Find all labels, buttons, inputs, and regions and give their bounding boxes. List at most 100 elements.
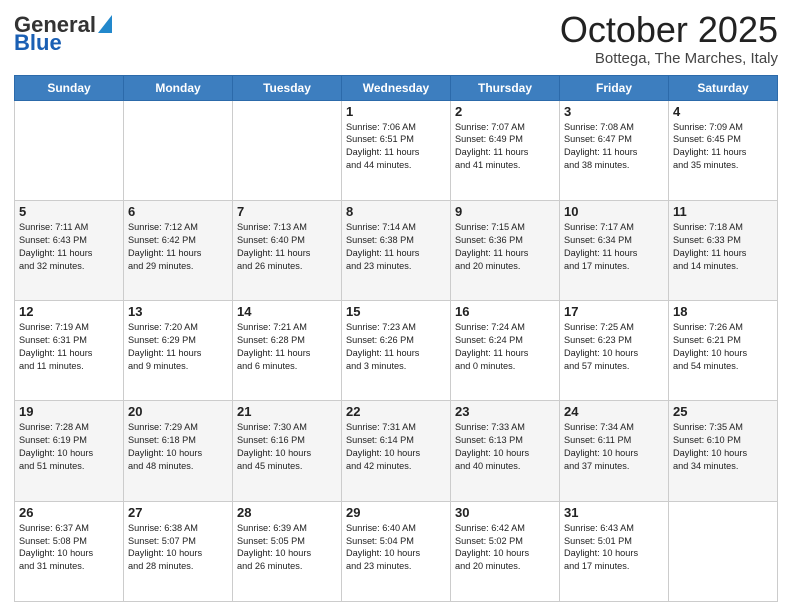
table-row: 21 Sunrise: 7:30 AMSunset: 6:16 PMDayligh…	[233, 401, 342, 501]
day-number: 5	[19, 204, 119, 219]
day-number: 14	[237, 304, 337, 319]
table-row: 3 Sunrise: 7:08 AMSunset: 6:47 PMDaylight…	[560, 100, 669, 200]
table-row: 20Sunrise: 7:29 AMSunset: 6:18 PMDayligh…	[124, 401, 233, 501]
day-info: Sunrise: 7:06 AMSunset: 6:51 PMDaylight:…	[346, 121, 446, 173]
table-row: 30 Sunrise: 6:42 AMSunset: 5:02 PMDayligh…	[451, 501, 560, 601]
day-number: 22	[346, 404, 446, 419]
table-row: 10 Sunrise: 7:17 AMSunset: 6:34 PMDayligh…	[560, 200, 669, 300]
table-row: 19 Sunrise: 7:28 AMSunset: 6:19 PMDayligh…	[15, 401, 124, 501]
day-info: Sunrise: 7:28 AMSunset: 6:19 PMDaylight:…	[19, 421, 119, 473]
day-number: 1	[346, 104, 446, 119]
day-info: Sunrise: 6:38 AMSunset: 5:07 PMDaylight:…	[128, 522, 228, 574]
day-number: 20	[128, 404, 228, 419]
day-info: Sunrise: 7:24 AMSunset: 6:24 PMDaylight:…	[455, 321, 555, 373]
page: General Blue October 2025 Bottega, The M…	[0, 0, 792, 612]
day-info: Sunrise: 7:31 AMSunset: 6:14 PMDaylight:…	[346, 421, 446, 473]
day-number: 12	[19, 304, 119, 319]
day-info: Sunrise: 7:15 AMSunset: 6:36 PMDaylight:…	[455, 221, 555, 273]
day-number: 18	[673, 304, 773, 319]
day-number: 4	[673, 104, 773, 119]
day-info: Sunrise: 6:43 AMSunset: 5:01 PMDaylight:…	[564, 522, 664, 574]
col-tuesday: Tuesday	[233, 75, 342, 100]
day-number: 25	[673, 404, 773, 419]
table-row: 7Sunrise: 7:13 AMSunset: 6:40 PMDaylight…	[233, 200, 342, 300]
day-info: Sunrise: 7:17 AMSunset: 6:34 PMDaylight:…	[564, 221, 664, 273]
day-number: 26	[19, 505, 119, 520]
table-row	[669, 501, 778, 601]
day-info: Sunrise: 6:40 AMSunset: 5:04 PMDaylight:…	[346, 522, 446, 574]
logo-triangle-icon	[98, 15, 112, 33]
day-number: 7	[237, 204, 337, 219]
day-info: Sunrise: 7:19 AMSunset: 6:31 PMDaylight:…	[19, 321, 119, 373]
table-row: 18Sunrise: 7:26 AMSunset: 6:21 PMDayligh…	[669, 301, 778, 401]
calendar-header-row: Sunday Monday Tuesday Wednesday Thursday…	[15, 75, 778, 100]
table-row	[15, 100, 124, 200]
table-row: 5 Sunrise: 7:11 AMSunset: 6:43 PMDaylight…	[15, 200, 124, 300]
day-number: 29	[346, 505, 446, 520]
day-number: 9	[455, 204, 555, 219]
day-number: 16	[455, 304, 555, 319]
table-row: 29 Sunrise: 6:40 AMSunset: 5:04 PMDayligh…	[342, 501, 451, 601]
table-row: 12 Sunrise: 7:19 AMSunset: 6:31 PMDayligh…	[15, 301, 124, 401]
table-row: 17 Sunrise: 7:25 AMSunset: 6:23 PMDayligh…	[560, 301, 669, 401]
table-row: 25 Sunrise: 7:35 AMSunset: 6:10 PMDayligh…	[669, 401, 778, 501]
title-block: October 2025 Bottega, The Marches, Italy	[560, 10, 778, 67]
table-row: 23 Sunrise: 7:33 AMSunset: 6:13 PMDayligh…	[451, 401, 560, 501]
day-number: 21	[237, 404, 337, 419]
day-number: 30	[455, 505, 555, 520]
day-number: 15	[346, 304, 446, 319]
table-row: 28 Sunrise: 6:39 AMSunset: 5:05 PMDayligh…	[233, 501, 342, 601]
day-number: 3	[564, 104, 664, 119]
col-wednesday: Wednesday	[342, 75, 451, 100]
day-number: 2	[455, 104, 555, 119]
col-monday: Monday	[124, 75, 233, 100]
day-info: Sunrise: 7:34 AMSunset: 6:11 PMDaylight:…	[564, 421, 664, 473]
col-sunday: Sunday	[15, 75, 124, 100]
day-info: Sunrise: 7:30 AMSunset: 6:16 PMDaylight:…	[237, 421, 337, 473]
day-info: Sunrise: 6:42 AMSunset: 5:02 PMDaylight:…	[455, 522, 555, 574]
day-number: 27	[128, 505, 228, 520]
day-info: Sunrise: 6:39 AMSunset: 5:05 PMDaylight:…	[237, 522, 337, 574]
day-number: 28	[237, 505, 337, 520]
day-info: Sunrise: 6:37 AMSunset: 5:08 PMDaylight:…	[19, 522, 119, 574]
table-row	[124, 100, 233, 200]
day-number: 24	[564, 404, 664, 419]
day-number: 13	[128, 304, 228, 319]
table-row: 31 Sunrise: 6:43 AMSunset: 5:01 PMDayligh…	[560, 501, 669, 601]
table-row: 24 Sunrise: 7:34 AMSunset: 6:11 PMDayligh…	[560, 401, 669, 501]
table-row: 2 Sunrise: 7:07 AMSunset: 6:49 PMDaylight…	[451, 100, 560, 200]
day-number: 23	[455, 404, 555, 419]
table-row: 14 Sunrise: 7:21 AMSunset: 6:28 PMDayligh…	[233, 301, 342, 401]
day-number: 19	[19, 404, 119, 419]
calendar-week-row: 26 Sunrise: 6:37 AMSunset: 5:08 PMDayligh…	[15, 501, 778, 601]
table-row: 8Sunrise: 7:14 AMSunset: 6:38 PMDaylight…	[342, 200, 451, 300]
calendar-week-row: 12 Sunrise: 7:19 AMSunset: 6:31 PMDayligh…	[15, 301, 778, 401]
table-row: 15 Sunrise: 7:23 AMSunset: 6:26 PMDayligh…	[342, 301, 451, 401]
day-number: 8	[346, 204, 446, 219]
day-number: 11	[673, 204, 773, 219]
day-info: Sunrise: 7:23 AMSunset: 6:26 PMDaylight:…	[346, 321, 446, 373]
logo: General Blue	[14, 14, 112, 54]
col-friday: Friday	[560, 75, 669, 100]
day-info: Sunrise: 7:11 AMSunset: 6:43 PMDaylight:…	[19, 221, 119, 273]
table-row: 6Sunrise: 7:12 AMSunset: 6:42 PMDaylight…	[124, 200, 233, 300]
table-row: 1 Sunrise: 7:06 AMSunset: 6:51 PMDaylight…	[342, 100, 451, 200]
day-info: Sunrise: 7:35 AMSunset: 6:10 PMDaylight:…	[673, 421, 773, 473]
table-row: 27 Sunrise: 6:38 AMSunset: 5:07 PMDayligh…	[124, 501, 233, 601]
day-number: 17	[564, 304, 664, 319]
day-number: 10	[564, 204, 664, 219]
day-info: Sunrise: 7:25 AMSunset: 6:23 PMDaylight:…	[564, 321, 664, 373]
table-row: 11 Sunrise: 7:18 AMSunset: 6:33 PMDayligh…	[669, 200, 778, 300]
day-info: Sunrise: 7:18 AMSunset: 6:33 PMDaylight:…	[673, 221, 773, 273]
location: Bottega, The Marches, Italy	[560, 50, 778, 67]
day-info: Sunrise: 7:08 AMSunset: 6:47 PMDaylight:…	[564, 121, 664, 173]
day-info: Sunrise: 7:12 AMSunset: 6:42 PMDaylight:…	[128, 221, 228, 273]
day-info: Sunrise: 7:09 AMSunset: 6:45 PMDaylight:…	[673, 121, 773, 173]
day-number: 31	[564, 505, 664, 520]
logo-blue-text: Blue	[14, 32, 62, 54]
day-info: Sunrise: 7:21 AMSunset: 6:28 PMDaylight:…	[237, 321, 337, 373]
day-info: Sunrise: 7:07 AMSunset: 6:49 PMDaylight:…	[455, 121, 555, 173]
table-row: 16 Sunrise: 7:24 AMSunset: 6:24 PMDayligh…	[451, 301, 560, 401]
col-thursday: Thursday	[451, 75, 560, 100]
day-info: Sunrise: 7:33 AMSunset: 6:13 PMDaylight:…	[455, 421, 555, 473]
